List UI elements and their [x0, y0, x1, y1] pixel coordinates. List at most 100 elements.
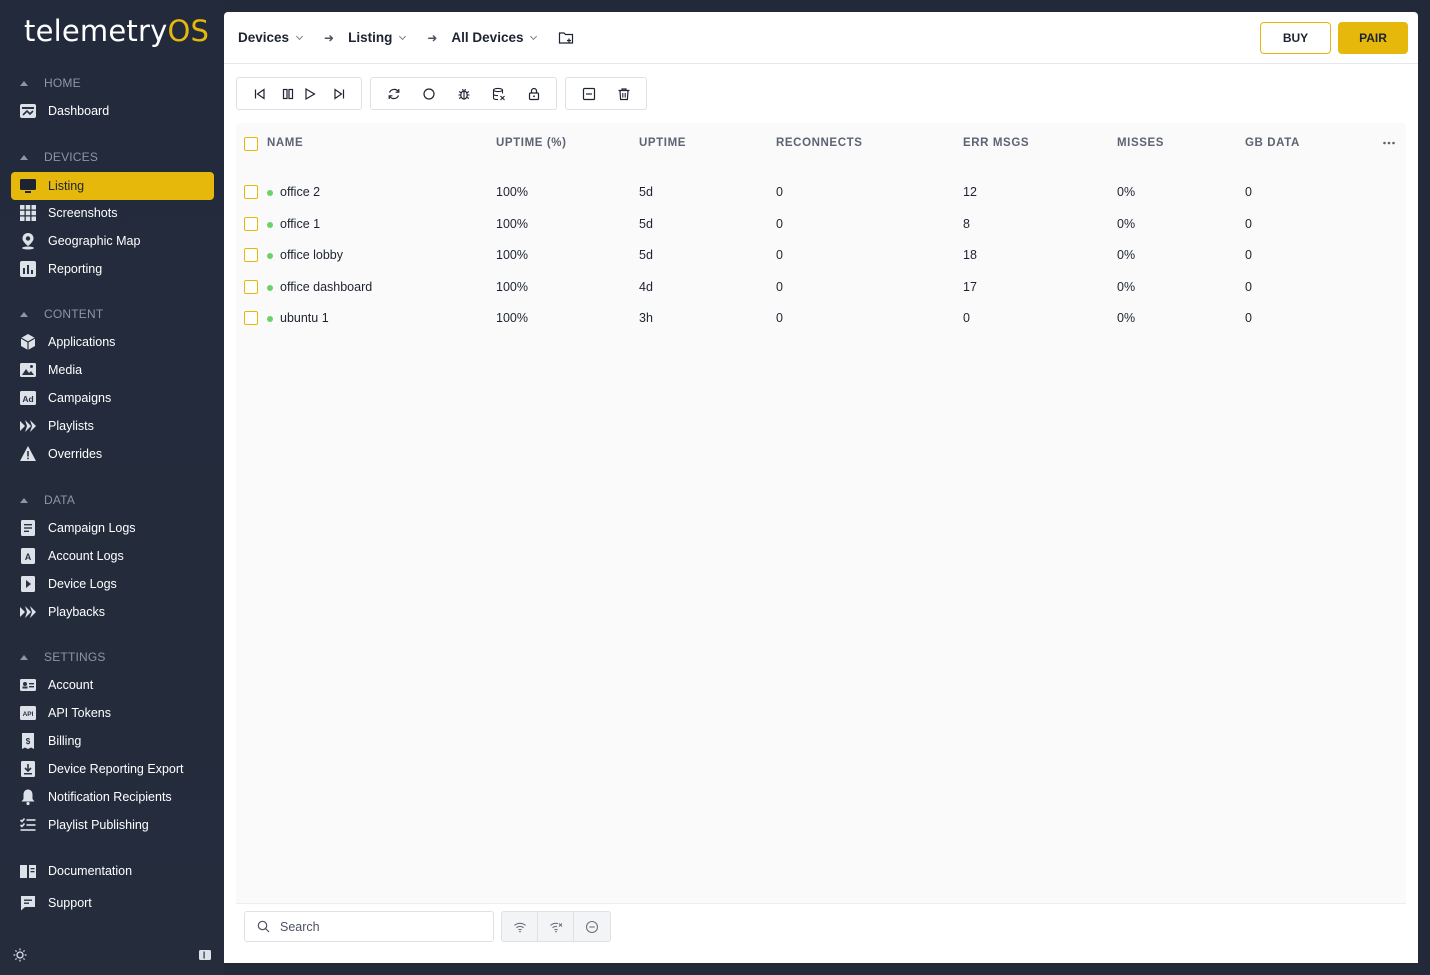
- sidebar-item-reporting[interactable]: Reporting: [11, 255, 214, 283]
- clear-cache-button[interactable]: [481, 78, 516, 109]
- collapse-sidebar-icon[interactable]: [198, 948, 212, 962]
- theme-toggle-icon[interactable]: [13, 948, 27, 962]
- section-home-toggle[interactable]: HOME: [18, 73, 81, 93]
- col-uptime-header[interactable]: UPTIME: [639, 137, 686, 149]
- svg-text:Ad: Ad: [22, 394, 33, 404]
- app-logo[interactable]: telemetryOS: [24, 14, 209, 48]
- cell-err-msgs: 18: [963, 248, 977, 262]
- cell-gb-data: 0: [1245, 217, 1252, 231]
- row-checkbox[interactable]: [244, 217, 258, 231]
- col-misses-header[interactable]: MISSES: [1117, 137, 1164, 149]
- table-row[interactable]: office dashboard 100% 4d 0 17 0% 0: [236, 271, 1406, 302]
- section-settings-toggle[interactable]: SETTINGS: [18, 647, 106, 667]
- lock-button[interactable]: [516, 78, 551, 109]
- sidebar-item-screenshots[interactable]: Screenshots: [11, 199, 214, 227]
- sidebar-item-label: Dashboard: [48, 104, 110, 118]
- cell-gb-data: 0: [1245, 280, 1252, 294]
- sidebar-item-campaigns[interactable]: Ad Campaigns: [11, 384, 214, 412]
- delete-button[interactable]: [606, 78, 641, 109]
- col-uptime-pct-header[interactable]: UPTIME (%): [496, 137, 567, 149]
- sidebar-item-label: Playbacks: [48, 605, 105, 619]
- more-options-icon[interactable]: [1382, 136, 1396, 150]
- cell-name[interactable]: ubuntu 1: [280, 311, 329, 325]
- search-input[interactable]: [280, 919, 480, 934]
- row-checkbox[interactable]: [244, 311, 258, 325]
- buy-button[interactable]: BUY: [1260, 22, 1331, 54]
- select-all-checkbox[interactable]: [244, 137, 258, 151]
- power-button[interactable]: [411, 78, 446, 109]
- unassign-button[interactable]: [571, 78, 606, 109]
- col-gb-data-header[interactable]: GB DATA: [1245, 137, 1300, 149]
- sidebar-item-overrides[interactable]: Overrides: [11, 440, 214, 468]
- cell-name[interactable]: office 2: [280, 185, 320, 199]
- table-row[interactable]: office 2 100% 5d 0 12 0% 0: [236, 176, 1406, 207]
- playlist-icon: [19, 417, 37, 435]
- next-button[interactable]: [321, 78, 356, 109]
- sidebar-item-label: Account: [48, 678, 94, 692]
- cell-err-msgs: 8: [963, 217, 970, 231]
- sidebar-item-label: Geographic Map: [48, 234, 141, 248]
- play-button[interactable]: [299, 78, 321, 109]
- sidebar-item-account[interactable]: Account: [11, 671, 214, 699]
- search-field[interactable]: [244, 911, 494, 942]
- sidebar-item-applications[interactable]: Applications: [11, 328, 214, 356]
- cell-name[interactable]: office dashboard: [280, 280, 372, 294]
- sidebar-item-playlists[interactable]: Playlists: [11, 412, 214, 440]
- sidebar-item-support[interactable]: Support: [11, 889, 214, 917]
- sidebar-item-api-tokens[interactable]: API API Tokens: [11, 699, 214, 727]
- restart-button[interactable]: [376, 78, 411, 109]
- filter-unassigned-button[interactable]: [574, 912, 610, 941]
- row-checkbox[interactable]: [244, 185, 258, 199]
- api-icon: API: [19, 704, 37, 722]
- filter-online-button[interactable]: [502, 912, 538, 941]
- cell-err-msgs: 17: [963, 280, 977, 294]
- table-row[interactable]: office lobby 100% 5d 0 18 0% 0: [236, 239, 1406, 270]
- cell-name[interactable]: office lobby: [280, 248, 343, 262]
- sidebar-item-geographic-map[interactable]: Geographic Map: [11, 227, 214, 255]
- cell-name[interactable]: office 1: [280, 217, 320, 231]
- sidebar-item-device-logs[interactable]: Device Logs: [11, 570, 214, 598]
- collapse-caret-icon: [20, 497, 28, 503]
- previous-button[interactable]: [242, 78, 277, 109]
- sidebar-item-media[interactable]: Media: [11, 356, 214, 384]
- sidebar-item-account-logs[interactable]: A Account Logs: [11, 542, 214, 570]
- sidebar-item-documentation[interactable]: Documentation: [11, 857, 214, 885]
- svg-text:$: $: [26, 737, 31, 746]
- sidebar-item-label: Playlist Publishing: [48, 818, 149, 832]
- pause-button[interactable]: [277, 78, 299, 109]
- sidebar-item-playlist-publishing[interactable]: Playlist Publishing: [11, 811, 214, 839]
- breadcrumb-devices[interactable]: Devices: [238, 30, 304, 45]
- warning-icon: [19, 445, 37, 463]
- download-icon: [19, 760, 37, 778]
- cell-uptime-pct: 100%: [496, 280, 528, 294]
- pause-icon: [282, 88, 294, 99]
- row-checkbox[interactable]: [244, 280, 258, 294]
- checklist-icon: [19, 816, 37, 834]
- sidebar-item-billing[interactable]: $ Billing: [11, 727, 214, 755]
- add-folder-icon[interactable]: [558, 30, 574, 46]
- sidebar-item-listing[interactable]: Listing: [11, 172, 214, 200]
- table-row[interactable]: ubuntu 1 100% 3h 0 0 0% 0: [236, 302, 1406, 333]
- sidebar-item-notification-recipients[interactable]: Notification Recipients: [11, 783, 214, 811]
- debug-button[interactable]: [446, 78, 481, 109]
- section-content-toggle[interactable]: CONTENT: [18, 304, 103, 324]
- pair-button[interactable]: PAIR: [1338, 22, 1408, 54]
- section-data-toggle[interactable]: DATA: [18, 490, 75, 510]
- sidebar-item-dashboard[interactable]: Dashboard: [11, 97, 214, 125]
- sidebar-item-device-reporting-export[interactable]: Device Reporting Export: [11, 755, 214, 783]
- cell-reconnects: 0: [776, 280, 783, 294]
- section-devices-label: DEVICES: [44, 150, 99, 164]
- row-checkbox[interactable]: [244, 248, 258, 262]
- filter-offline-button[interactable]: [538, 912, 574, 941]
- col-name-header[interactable]: NAME: [267, 137, 303, 149]
- col-reconnects-header[interactable]: RECONNECTS: [776, 137, 863, 149]
- breadcrumb-all-devices[interactable]: All Devices: [451, 30, 538, 45]
- sidebar-item-campaign-logs[interactable]: Campaign Logs: [11, 514, 214, 542]
- section-devices-toggle[interactable]: DEVICES: [18, 147, 98, 167]
- table-row[interactable]: office 1 100% 5d 0 8 0% 0: [236, 208, 1406, 239]
- col-err-msgs-header[interactable]: ERR MSGS: [963, 137, 1029, 149]
- breadcrumb-listing[interactable]: Listing: [348, 30, 407, 45]
- circle-icon: [422, 87, 435, 100]
- breadcrumb-label: Listing: [348, 30, 393, 45]
- sidebar-item-playbacks[interactable]: Playbacks: [11, 598, 214, 626]
